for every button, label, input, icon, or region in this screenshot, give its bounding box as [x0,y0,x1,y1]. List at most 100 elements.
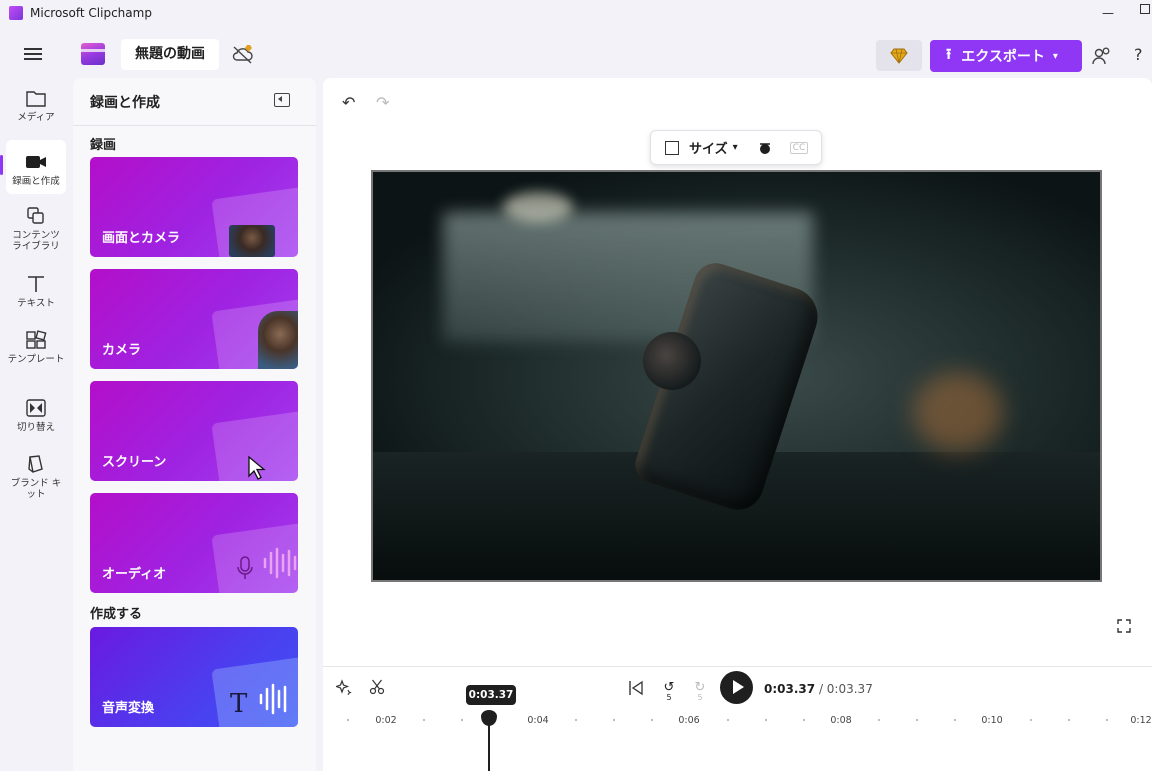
cloud-sync-off-icon[interactable] [231,43,255,65]
content-library-icon [27,207,44,224]
rail-item-label: ブランド キット [10,478,62,500]
card-audio[interactable]: オーディオ [90,493,298,593]
ruler-label: 0:10 [981,715,1003,726]
card-label: カメラ [102,343,142,358]
create-section-title: 作成する [90,607,143,622]
forward-5-button[interactable]: ↻ 5 [691,676,709,702]
size-label[interactable]: サイズ [689,138,728,157]
ruler-label: 0:02 [375,715,397,726]
play-button[interactable] [720,671,753,704]
ruler-tick [916,719,918,721]
undo-icon[interactable]: ↶ [342,93,355,112]
project-name-field[interactable]: 無題の動画 [121,39,219,70]
rail-item-transitions[interactable]: 切り替え [6,398,66,438]
warm-light [913,372,1003,452]
ruler-label: 0:12 [1130,715,1152,726]
card-label: オーディオ [102,567,167,582]
puzzle-knob [643,332,701,390]
rewind-5-button[interactable]: ↺ 5 [660,676,678,702]
background-removal-icon[interactable] [756,141,774,155]
rail-item-label: テンプレート [7,354,65,365]
person-thumbnail [258,311,298,369]
rail-item-label: メディア [17,112,55,123]
captions-icon[interactable]: CC [789,141,809,154]
ruler-tick [878,719,880,721]
transitions-icon [26,399,46,417]
ruler-tick [1030,719,1032,721]
title-bar: Microsoft Clipchamp — [0,0,1152,26]
ruler-tick [954,719,956,721]
ruler-tick [613,719,615,721]
ruler-tick [423,719,425,721]
ruler-label: 0:06 [678,715,700,726]
ruler-label: 0:04 [527,715,549,726]
window-title: Microsoft Clipchamp [30,6,152,20]
card-screen-and-camera[interactable]: 画面とカメラ [90,157,298,257]
person-thumbnail [229,225,275,257]
current-time: 0:03.37 [764,682,816,696]
chevron-down-icon: ▾ [732,142,738,153]
ruler-tick [575,719,577,721]
lamp-glow [503,192,573,222]
cursor-icon [248,455,266,480]
ruler-tick [1106,719,1108,721]
share-people-icon[interactable] [1092,46,1112,66]
rail-item-label: 録画と作成 [12,176,60,187]
card-screen[interactable]: スクリーン [90,381,298,481]
skip-to-start-icon[interactable] [628,680,644,696]
waveform-icon [263,547,297,579]
scissors-icon[interactable] [369,679,385,695]
video-preview[interactable] [371,170,1102,582]
rail-item-label: テキスト [17,298,55,309]
redo-icon[interactable]: ↷ [376,93,389,112]
rail-item-label: 切り替え [16,422,55,433]
menu-icon[interactable] [24,48,42,60]
preview-stage: ↶ ↷ サイズ ▾ CC [323,78,1152,666]
collapse-panel-icon[interactable] [274,93,290,107]
ruler-tick [461,719,463,721]
rail-item-brand-kit[interactable]: ブランド キット [6,454,66,504]
aspect-ratio-icon [665,140,679,155]
templates-icon [26,330,47,349]
ruler-tick [1068,719,1070,721]
forward-seconds: 5 [697,693,703,702]
premium-button[interactable] [876,40,922,71]
total-time: / 0:03.37 [818,682,873,696]
timeline: ↺ 5 ↻ 5 0:03.37 / 0:03.37 0:03.37 0:02 0… [323,666,1152,771]
card-label: 音声変換 [102,701,155,716]
diamond-icon [890,48,908,64]
record-section-title: 録画 [90,138,117,153]
ruler-tick [347,719,349,721]
rewind-seconds: 5 [666,693,672,702]
top-bar: 無題の動画 ⭱ エクスポート ▾ ? [0,26,1152,78]
help-icon[interactable]: ? [1134,45,1143,64]
text-glyph-icon: T [230,689,248,719]
chevron-down-icon: ▾ [1052,50,1058,62]
rail-item-media[interactable]: メディア [6,88,66,128]
brand-kit-icon [28,455,43,473]
rail-item-content-library[interactable]: コンテンツ ライブラリ [6,206,66,254]
rail-item-record-create[interactable]: 録画と作成 [0,140,66,194]
ruler-tick [765,719,767,721]
rail-item-templates[interactable]: テンプレート [6,330,66,380]
card-label: スクリーン [102,455,167,470]
ruler-tick [803,719,805,721]
export-button[interactable]: ⭱ エクスポート ▾ [930,40,1082,72]
rail-item-label: コンテンツ ライブラリ [12,230,60,252]
waveform-icon [259,683,287,715]
ruler-label: 0:08 [830,715,852,726]
minimize-button[interactable]: — [1102,6,1114,20]
export-label: エクスポート [961,49,1045,65]
playhead-time-tag: 0:03.37 [466,685,516,705]
app-icon [9,6,23,20]
magic-sparkle-icon[interactable] [336,679,352,695]
playhead-handle[interactable] [481,710,497,726]
maximize-button[interactable] [1140,4,1150,14]
fullscreen-icon[interactable] [1117,619,1131,633]
rail-item-text[interactable]: テキスト [6,274,66,314]
upload-icon: ⭱ [946,44,952,63]
card-text-to-speech[interactable]: T 音声変換 [90,627,298,727]
record-create-panel: 録画と作成 録画 画面とカメラ カメラ スクリーン オーディオ 作成する T 音… [73,78,316,771]
card-camera[interactable]: カメラ [90,269,298,369]
left-rail: メディア 録画と作成 コンテンツ ライブラリ テキスト テンプレート 切り替え … [0,78,72,771]
